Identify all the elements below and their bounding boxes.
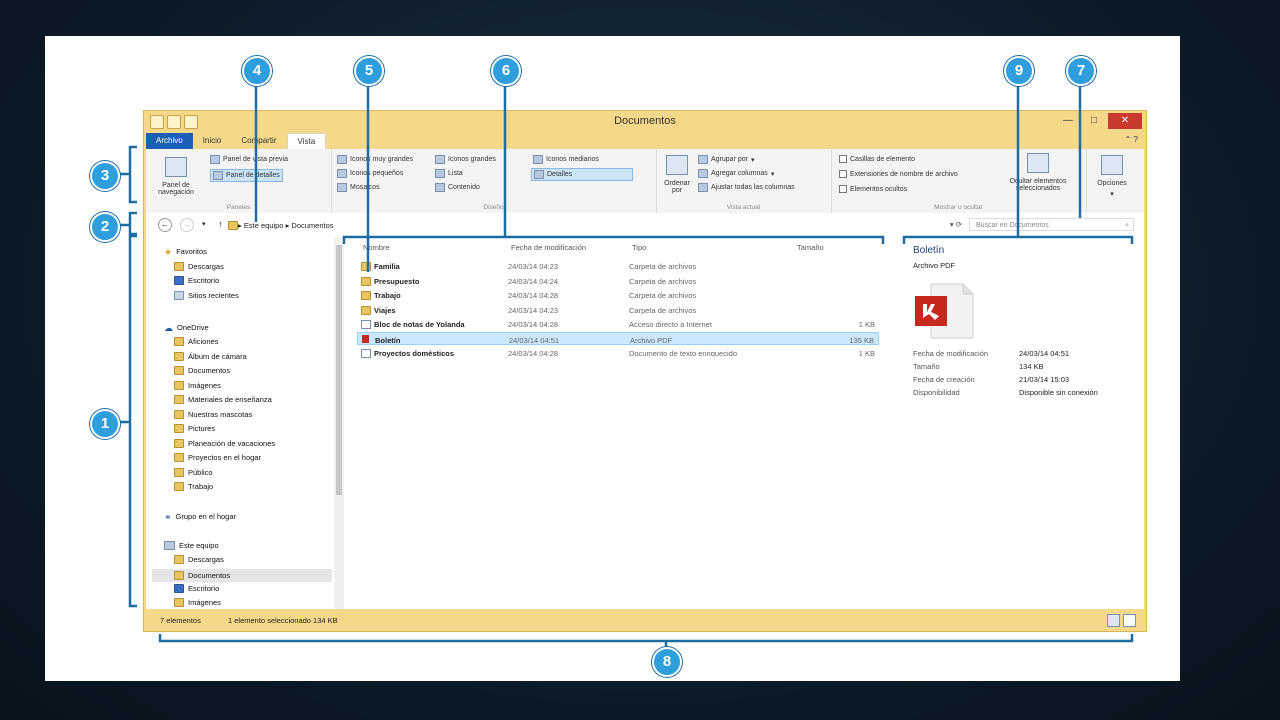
callout-5: 5	[354, 56, 384, 86]
bracket-8	[158, 634, 1134, 643]
callout-7: 7	[1066, 56, 1096, 86]
callout-2: 2	[90, 212, 120, 242]
bracket-2	[128, 211, 137, 236]
bracket-1	[128, 234, 137, 608]
callout-6: 6	[491, 56, 521, 86]
callout-9: 9	[1004, 56, 1034, 86]
callout-8: 8	[652, 647, 682, 677]
callout-brackets	[117, 80, 1134, 648]
callout-1: 1	[90, 409, 120, 439]
bracket-6	[342, 235, 885, 244]
bracket-3	[128, 145, 137, 204]
callout-4: 4	[242, 56, 272, 86]
callout-3: 3	[90, 161, 120, 191]
bracket-9	[902, 235, 1134, 244]
